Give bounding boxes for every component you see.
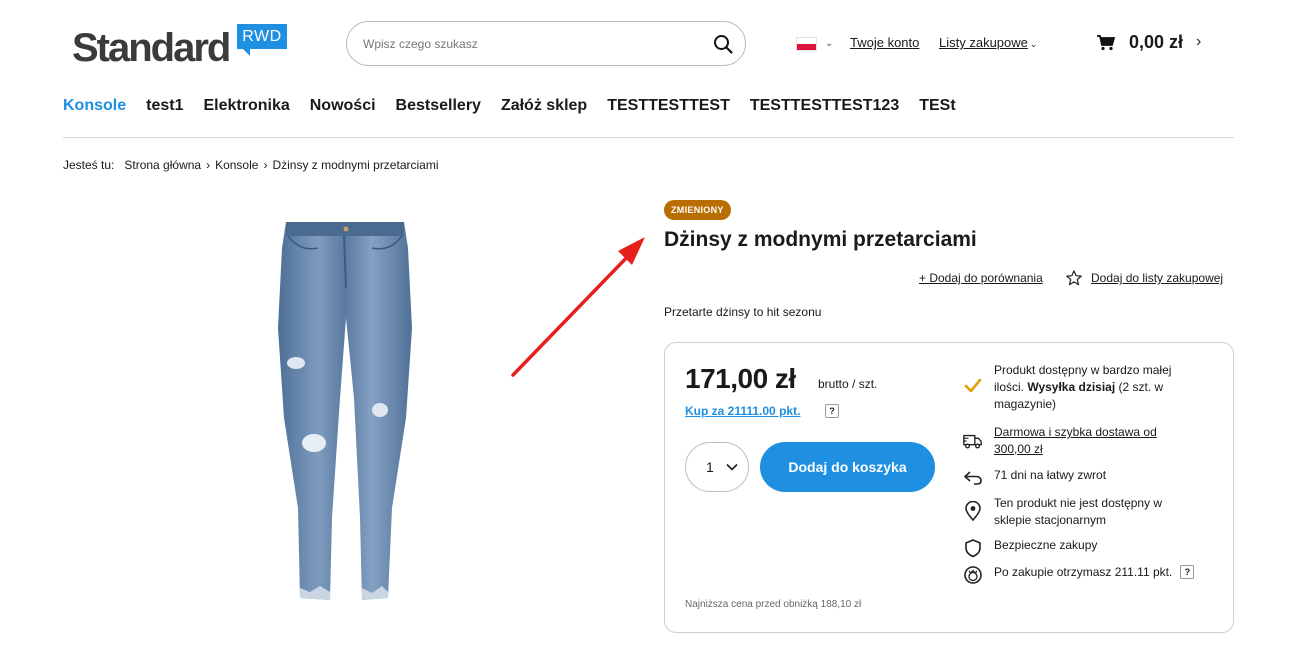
breadcrumb-current: Dżinsy z modnymi przetarciami [272, 158, 439, 172]
free-delivery-link[interactable]: Darmowa i szybka dostawa od 300,00 zł [994, 424, 1184, 458]
nav-divider [63, 137, 1234, 138]
main-nav: Konsole test1 Elektronika Nowości Bestseller… [63, 97, 976, 115]
quantity-value: 1 [706, 459, 714, 475]
nav-item-testtesttest123[interactable]: TESTTESTTEST123 [750, 97, 899, 115]
add-to-cart-button[interactable]: Dodaj do koszyka [760, 442, 935, 492]
account-link[interactable]: Twoje konto [850, 35, 919, 50]
nav-item-test[interactable]: TESt [919, 97, 955, 115]
product-price: 171,00 zł [685, 363, 796, 394]
star-icon[interactable] [1065, 269, 1083, 287]
check-icon [964, 378, 982, 393]
feature-text: Bezpieczne zakupy [994, 538, 1098, 552]
feature-store: Ten produkt nie jest dostępny w sklepie … [963, 495, 1184, 529]
help-icon[interactable]: ? [1180, 565, 1195, 579]
nav-item-za-sklep[interactable]: Załóż sklep [501, 97, 587, 115]
chevron-right-icon[interactable]: › [1196, 33, 1201, 51]
help-icon[interactable]: ? [825, 404, 839, 418]
nav-item-testtesttest[interactable]: TESTTESTTEST [607, 97, 730, 115]
search-icon[interactable] [713, 34, 733, 54]
breadcrumb: Jesteś tu: Strona główna › Konsole › Dżi… [63, 158, 439, 172]
chevron-down-icon[interactable]: ⌄ [825, 38, 833, 49]
breadcrumb-label: Jesteś tu: [63, 158, 115, 172]
nav-item-konsole[interactable]: Konsole [63, 97, 126, 115]
breadcrumb-home[interactable]: Strona główna [124, 158, 201, 172]
product-image[interactable] [270, 218, 420, 606]
feature-returns: 71 dni na łatwy zwrot [963, 467, 1184, 488]
price-unit: brutto / szt. [818, 377, 878, 391]
feature-text: Produkt dostępny w bardzo małej ilości. … [994, 363, 1172, 411]
feature-text: Ten produkt nie jest dostępny w sklepie … [994, 496, 1163, 527]
purchase-box: 171,00 zł brutto / szt. Kup za 21111.00 … [664, 342, 1234, 633]
cart-total[interactable]: 0,00 zł [1129, 32, 1183, 53]
product-title: Dżinsy z modnymi przetarciami [664, 228, 977, 251]
chevron-down-icon: ⌄ [1029, 39, 1038, 49]
feature-availability: Produkt dostępny w bardzo małej ilości. … [963, 362, 1184, 413]
annotation-arrow [511, 237, 645, 377]
short-description: Przetarte dżinsy to hit sezonu [664, 305, 822, 319]
nav-item-elektronika[interactable]: Elektronika [203, 97, 289, 115]
add-to-wishlist-link[interactable]: Dodaj do listy zakupowej [1091, 271, 1223, 285]
location-icon [965, 501, 981, 521]
feature-security: Bezpieczne zakupy [963, 537, 1184, 558]
logo-badge: RWD [237, 24, 287, 56]
nav-item-bestsellery[interactable]: Bestsellery [396, 97, 481, 115]
return-icon [964, 471, 982, 485]
feature-text: Po zakupie otrzymasz 211.11 pkt. [994, 565, 1173, 579]
status-badge: ZMIENIONY [664, 200, 731, 220]
search-box [346, 21, 746, 66]
shopping-lists-label: Listy zakupowe [939, 35, 1028, 50]
search-input[interactable] [363, 22, 693, 65]
feature-text: 71 dni na łatwy zwrot [994, 468, 1107, 482]
logo-text: Standard [72, 26, 231, 70]
shopping-lists-link[interactable]: Listy zakupowe ⌄ [939, 35, 1037, 50]
points-icon [964, 566, 982, 584]
buy-with-points-link[interactable]: Kup za 21111.00 pkt. [685, 404, 800, 418]
chevron-right-icon: › [206, 158, 211, 172]
nav-item-test1[interactable]: test1 [146, 97, 183, 115]
quantity-select[interactable]: 1 [685, 442, 749, 492]
breadcrumb-category[interactable]: Konsole [215, 158, 258, 172]
feature-delivery: Darmowa i szybka dostawa od 300,00 zł [963, 424, 1184, 458]
truck-icon [963, 434, 982, 449]
flag-pl-icon[interactable] [796, 37, 817, 51]
shield-icon [965, 539, 981, 558]
cart-icon[interactable] [1097, 35, 1115, 51]
chevron-right-icon: › [263, 158, 268, 172]
lowest-price-note: Najniższa cena przed obniżką 188,10 zł [685, 599, 862, 610]
feature-points: Po zakupie otrzymasz 211.11 pkt. ? [963, 564, 1195, 585]
add-to-compare-link[interactable]: + Dodaj do porównania [919, 271, 1043, 285]
chevron-down-icon [726, 463, 738, 471]
nav-item-nowo-ci[interactable]: Nowości [310, 97, 376, 115]
